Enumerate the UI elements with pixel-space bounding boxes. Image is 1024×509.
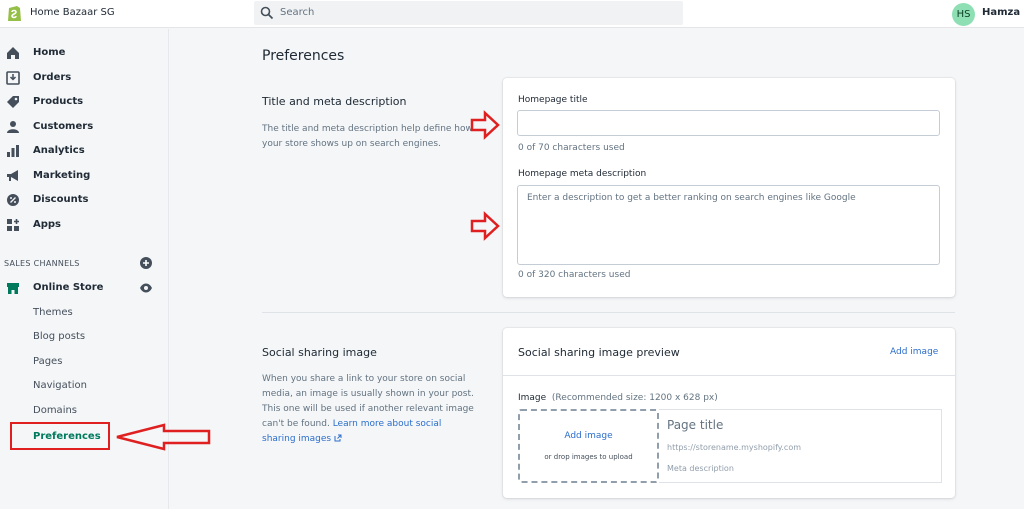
home-icon (7, 47, 19, 59)
image-label-text: Image (518, 393, 547, 403)
external-link-icon (334, 434, 342, 442)
sidebar-item-label: Online Store (33, 282, 104, 293)
page-title: Preferences (262, 48, 345, 64)
social-image-card: Social sharing image preview Add image I… (503, 328, 956, 498)
discount-icon (7, 194, 19, 206)
sidebar-item-label: Customers (33, 121, 94, 132)
meta-description-textarea[interactable]: Enter a description to get a better rank… (517, 185, 940, 265)
sidebar-item-label: Home (33, 47, 66, 58)
megaphone-icon (7, 170, 18, 181)
store-name[interactable]: Home Bazaar SG (30, 7, 115, 18)
annotation-arrow-left-icon (116, 423, 211, 451)
card-divider (503, 375, 956, 376)
sidebar-subitem-navigation[interactable]: Navigation (0, 377, 169, 397)
meta-section-title: Title and meta description (262, 95, 407, 108)
sidebar-subitem-label: Pages (33, 356, 63, 367)
search-icon (260, 6, 274, 20)
sidebar-item-discounts[interactable]: Discounts (0, 190, 169, 212)
sidebar-item-label: Apps (33, 219, 62, 230)
sales-channels-heading: SALES CHANNELS (4, 259, 80, 268)
eye-icon[interactable] (139, 282, 153, 294)
meta-card: Homepage title 0 of 70 characters used H… (503, 78, 955, 297)
search-placeholder: Search (280, 7, 315, 18)
drop-zone-text: or drop images to upload (544, 453, 633, 461)
bar-chart-icon (7, 145, 19, 157)
sidebar-item-label: Products (33, 96, 84, 107)
social-preview: Page title https://storename.myshopify.c… (659, 409, 942, 483)
homepage-title-label: Homepage title (518, 95, 588, 105)
sidebar-item-marketing[interactable]: Marketing (0, 166, 169, 188)
user-name[interactable]: Hamza Sh (982, 7, 1024, 18)
add-channel-icon[interactable] (140, 257, 152, 269)
drop-zone-add-image[interactable]: Add image (520, 431, 657, 441)
preview-url: https://storename.myshopify.com (667, 443, 801, 452)
sidebar-item-orders[interactable]: Orders (0, 68, 169, 90)
sidebar-item-label: Discounts (33, 194, 89, 205)
sidebar-subitem-label: Navigation (33, 380, 87, 391)
sidebar-item-label: Marketing (33, 170, 91, 181)
sidebar-item-customers[interactable]: Customers (0, 117, 169, 139)
sidebar-subitem-preferences[interactable]: Preferences (10, 422, 110, 450)
orders-icon (6, 71, 20, 85)
sidebar-item-apps[interactable]: Apps (0, 215, 169, 237)
preview-page-title: Page title (667, 418, 724, 432)
homepage-title-char-count: 0 of 70 characters used (518, 143, 625, 153)
meta-description-char-count: 0 of 320 characters used (518, 270, 631, 280)
section-divider (262, 312, 955, 313)
sidebar-subitem-themes[interactable]: Themes (0, 304, 169, 324)
top-bar: Home Bazaar SG Search HS Hamza Sh (0, 0, 1024, 28)
social-card-title: Social sharing image preview (518, 346, 680, 359)
person-icon (7, 121, 19, 133)
annotation-arrow-right-icon (470, 211, 500, 241)
add-image-button[interactable]: Add image (890, 347, 938, 357)
avatar[interactable]: HS (952, 3, 975, 26)
sidebar-subitem-label: Preferences (33, 431, 101, 442)
meta-description-label: Homepage meta description (518, 169, 647, 179)
image-drop-zone[interactable]: Add image or drop images to upload (518, 409, 659, 483)
image-size-hint: (Recommended size: 1200 x 628 px) (551, 393, 718, 403)
sidebar-subitem-label: Themes (33, 307, 73, 318)
apps-icon (7, 219, 19, 231)
social-section-description: When you share a link to your store on s… (262, 372, 477, 447)
sidebar-subitem-pages[interactable]: Pages (0, 353, 169, 373)
meta-description-placeholder: Enter a description to get a better rank… (527, 193, 856, 203)
sidebar-subitem-blog-posts[interactable]: Blog posts (0, 328, 169, 348)
sidebar-subitem-label: Domains (33, 405, 78, 416)
social-section-title: Social sharing image (262, 346, 377, 359)
sidebar-item-home[interactable]: Home (0, 43, 169, 65)
image-field-label: Image (Recommended size: 1200 x 628 px) (518, 393, 718, 403)
shopify-logo-icon[interactable] (6, 4, 22, 23)
sidebar-subitem-domains[interactable]: Domains (0, 402, 169, 422)
sidebar-item-label: Analytics (33, 145, 85, 156)
preview-meta-description: Meta description (667, 464, 734, 473)
sidebar-subitem-label: Blog posts (33, 331, 86, 342)
tag-icon (7, 96, 19, 108)
annotation-arrow-right-icon (470, 110, 500, 140)
search-input[interactable]: Search (254, 1, 683, 25)
homepage-title-input[interactable] (517, 110, 940, 136)
meta-section-description: The title and meta description help defi… (262, 124, 473, 149)
store-icon (7, 283, 19, 294)
sidebar-item-products[interactable]: Products (0, 92, 169, 114)
sidebar-item-label: Orders (33, 72, 72, 83)
sidebar-item-analytics[interactable]: Analytics (0, 141, 169, 163)
